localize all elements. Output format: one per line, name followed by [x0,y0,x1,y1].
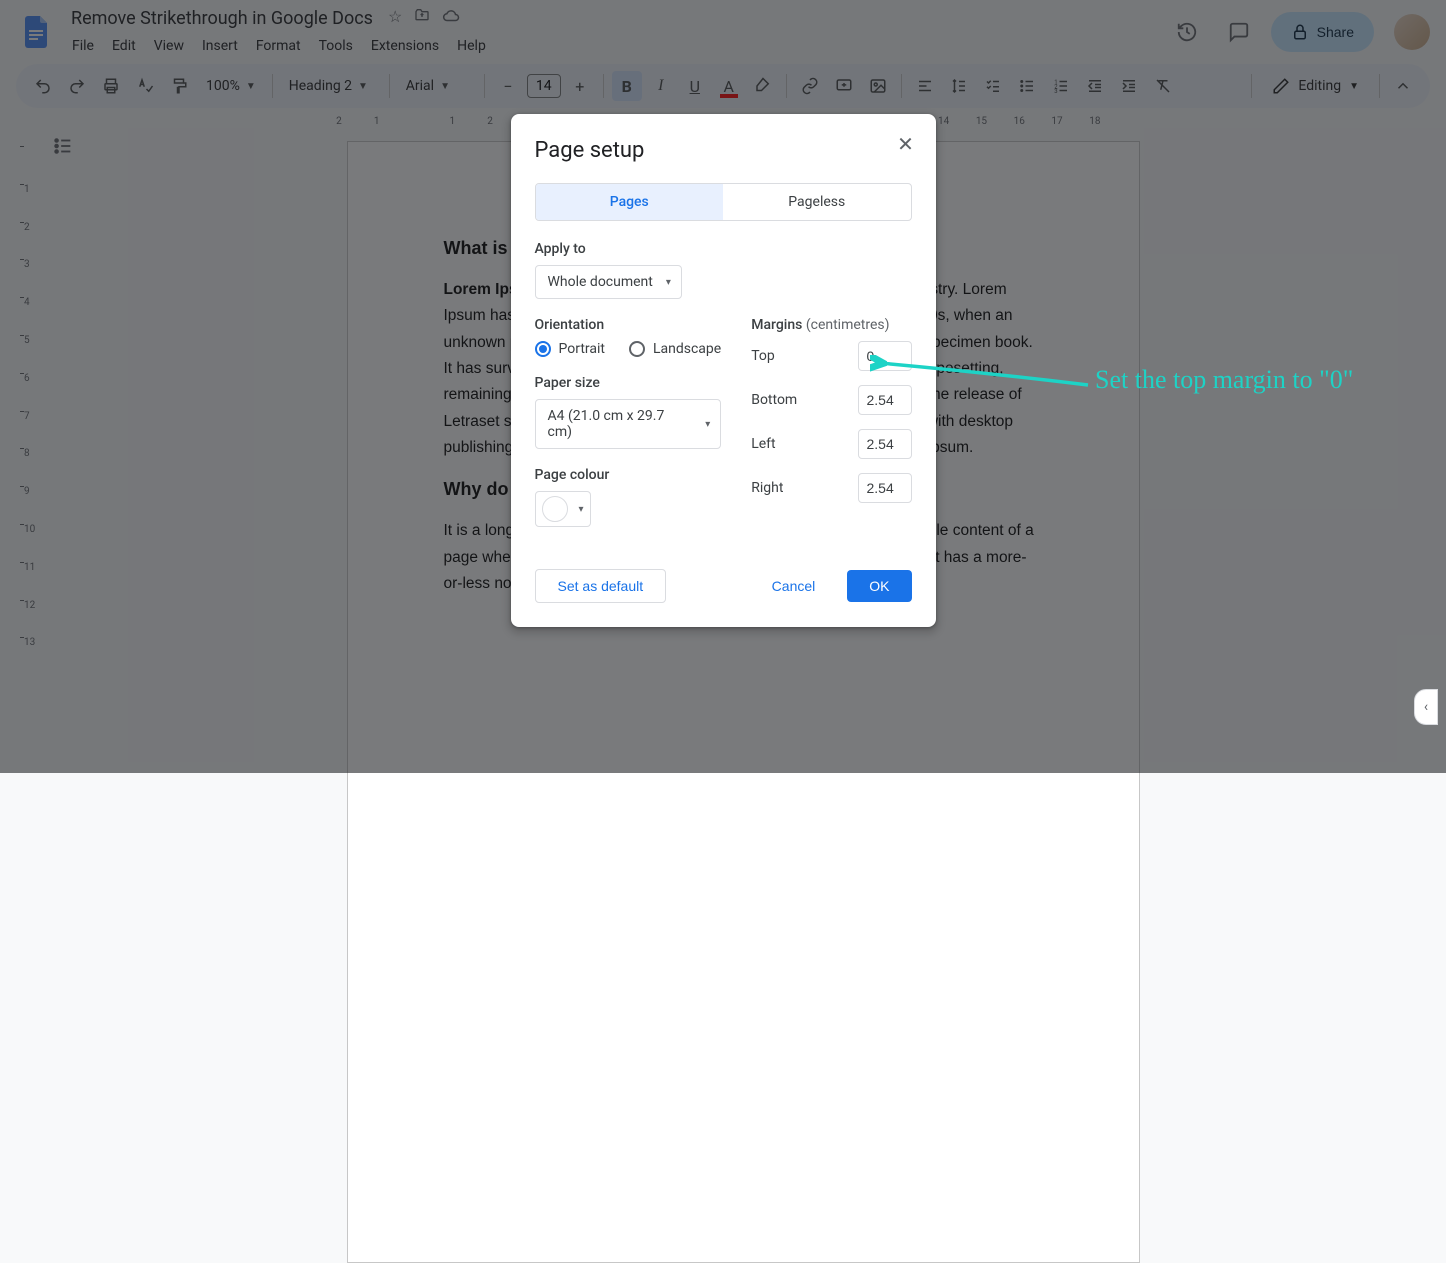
orientation-label: Orientation [535,317,722,333]
page-colour-label: Page colour [535,467,722,483]
margin-left-label: Left [751,436,775,452]
margin-bottom-input[interactable] [858,385,912,415]
modal-overlay: Page setup ✕ Pages Pageless Apply to Who… [0,0,1446,773]
paper-size-label: Paper size [535,375,722,391]
close-button[interactable]: ✕ [894,132,918,156]
tab-pageless[interactable]: Pageless [723,184,911,220]
page-setup-dialog: Page setup ✕ Pages Pageless Apply to Who… [511,114,936,627]
ok-button[interactable]: OK [847,570,911,602]
margin-left-input[interactable] [858,429,912,459]
radio-portrait[interactable]: Portrait [535,341,605,357]
dialog-title: Page setup [535,138,912,163]
set-default-button[interactable]: Set as default [535,569,667,603]
margin-bottom-label: Bottom [751,392,797,408]
margin-top-label: Top [751,348,775,364]
cancel-button[interactable]: Cancel [750,570,838,602]
tab-pages[interactable]: Pages [536,184,724,220]
margins-label: Margins (centimetres) [751,317,911,333]
side-panel-toggle[interactable]: ‹ [1414,689,1438,725]
margin-right-label: Right [751,480,783,496]
tabs: Pages Pageless [535,183,912,221]
margin-right-input[interactable] [858,473,912,503]
apply-to-label: Apply to [535,241,912,257]
paper-size-select[interactable]: A4 (21.0 cm x 29.7 cm) [535,399,722,449]
page-colour-select[interactable] [535,491,591,527]
apply-to-select[interactable]: Whole document [535,265,682,299]
radio-landscape[interactable]: Landscape [629,341,721,357]
margin-top-input[interactable] [858,341,912,371]
